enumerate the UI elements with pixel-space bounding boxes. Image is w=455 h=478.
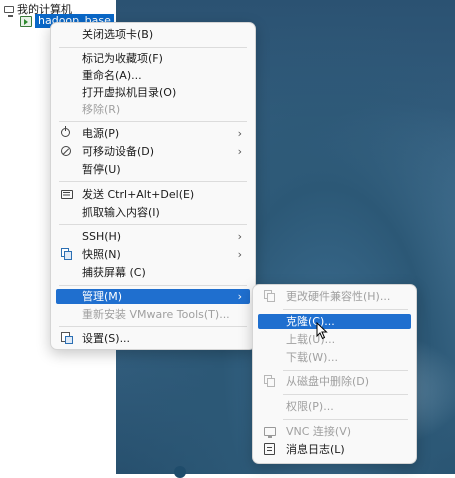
taskbar-icon xyxy=(174,466,186,478)
menu-item-grab-input[interactable]: 抓取输入内容(I) xyxy=(56,205,250,220)
menu-item-open-vm-directory[interactable]: 打开虚拟机目录(O) xyxy=(56,85,250,100)
menu-separator xyxy=(59,181,247,182)
menu-separator xyxy=(283,394,408,395)
menu-separator xyxy=(283,419,408,420)
keyboard-icon xyxy=(61,190,73,199)
vnc-monitor-icon xyxy=(264,427,276,438)
chevron-right-icon: › xyxy=(237,230,242,243)
submenu-item-message-log[interactable]: 消息日志(L) xyxy=(258,442,411,457)
menu-item-send-ctrl-alt-del[interactable]: 发送 Ctrl+Alt+Del(E) xyxy=(56,187,250,202)
vm-running-icon xyxy=(20,15,32,27)
menu-item-power[interactable]: 电源(P) › xyxy=(56,126,250,141)
mouse-cursor-icon xyxy=(316,322,328,340)
menu-item-close-tab[interactable]: 关闭选项卡(B) xyxy=(56,27,250,42)
menu-item-rename[interactable]: 重命名(A)... xyxy=(56,68,250,83)
submenu-item-permissions: 权限(P)... xyxy=(286,400,334,413)
chevron-right-icon: › xyxy=(237,127,242,140)
menu-item-pause[interactable]: 暂停(U) xyxy=(56,162,250,177)
menu-separator xyxy=(283,309,408,310)
menu-item-manage[interactable]: 管理(M) › xyxy=(56,289,250,304)
submenu-item-change-hardware-compat: 更改硬件兼容性(H)... xyxy=(258,289,411,304)
message-log-icon xyxy=(264,443,275,455)
submenu-item-vnc-connection: VNC 连接(V) xyxy=(258,424,411,439)
chevron-right-icon: › xyxy=(237,290,242,303)
menu-separator xyxy=(59,326,247,327)
context-menu: 关闭选项卡(B) 标记为收藏项(F) 重命名(A)... 打开虚拟机目录(O) … xyxy=(50,22,256,350)
menu-item-settings[interactable]: 设置(S)... xyxy=(56,331,250,346)
submenu-item-download: 下载(W)... xyxy=(286,351,338,364)
menu-separator xyxy=(59,47,247,48)
chevron-right-icon: › xyxy=(237,145,242,158)
menu-item-capture-screen[interactable]: 捕获屏幕 (C) xyxy=(56,265,250,280)
menu-separator xyxy=(59,224,247,225)
menu-item-removable-devices[interactable]: 可移动设备(D) › xyxy=(56,144,250,159)
hardware-compat-icon xyxy=(264,290,275,302)
menu-separator xyxy=(59,121,247,122)
computer-icon xyxy=(4,5,14,17)
menu-item-reinstall-vmware-tools: 重新安装 VMware Tools(T)... xyxy=(82,308,230,321)
menu-item-ssh[interactable]: SSH(H) › xyxy=(56,229,250,244)
submenu-item-delete-from-disk: 从磁盘中删除(D) xyxy=(258,374,411,389)
menu-item-snapshot[interactable]: 快照(N) › xyxy=(56,247,250,262)
menu-item-remove: 移除(R) xyxy=(82,103,121,116)
removable-devices-icon xyxy=(61,146,71,156)
submenu-item-upload: 上载(U)... xyxy=(286,333,336,346)
menu-item-mark-favorite[interactable]: 标记为收藏项(F) xyxy=(56,51,250,66)
snapshot-icon xyxy=(61,248,72,260)
menu-separator xyxy=(59,285,247,286)
settings-icon xyxy=(61,332,73,344)
submenu-item-clone[interactable]: 克隆(C)... xyxy=(258,314,411,329)
chevron-right-icon: › xyxy=(237,248,242,261)
menu-separator xyxy=(283,370,408,371)
manage-submenu: 更改硬件兼容性(H)... 克隆(C)... 上载(U)... 下载(W)...… xyxy=(252,284,417,464)
power-icon xyxy=(61,126,70,137)
delete-disk-icon xyxy=(264,375,275,387)
